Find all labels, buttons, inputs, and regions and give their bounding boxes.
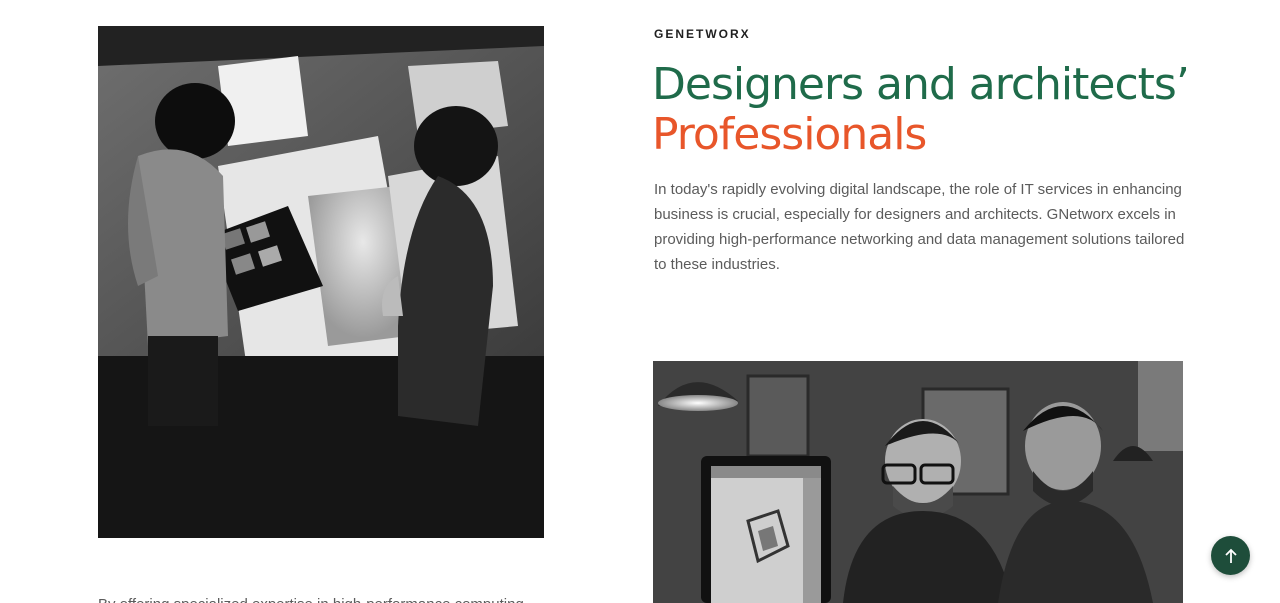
architects-photo bbox=[653, 361, 1183, 603]
section-eyebrow: GENETWORX bbox=[654, 27, 751, 41]
bottom-paragraph: By offering specialized expertise in hig… bbox=[98, 592, 524, 603]
headline-line-orange: Professionals bbox=[652, 109, 927, 160]
architects-photo-art bbox=[653, 361, 1183, 603]
headline-line-green: Designers and architects’ bbox=[652, 59, 1190, 110]
section-headline: Designers and architects’ Professionals bbox=[652, 59, 1190, 160]
designers-photo bbox=[98, 26, 544, 538]
back-to-top-button[interactable] bbox=[1211, 536, 1250, 575]
intro-paragraph: In today's rapidly evolving digital land… bbox=[654, 181, 1185, 273]
arrow-up-icon bbox=[1224, 548, 1237, 563]
page: GENETWORX Designers and architects’ Prof… bbox=[0, 0, 1280, 603]
designers-photo-art bbox=[98, 26, 544, 538]
